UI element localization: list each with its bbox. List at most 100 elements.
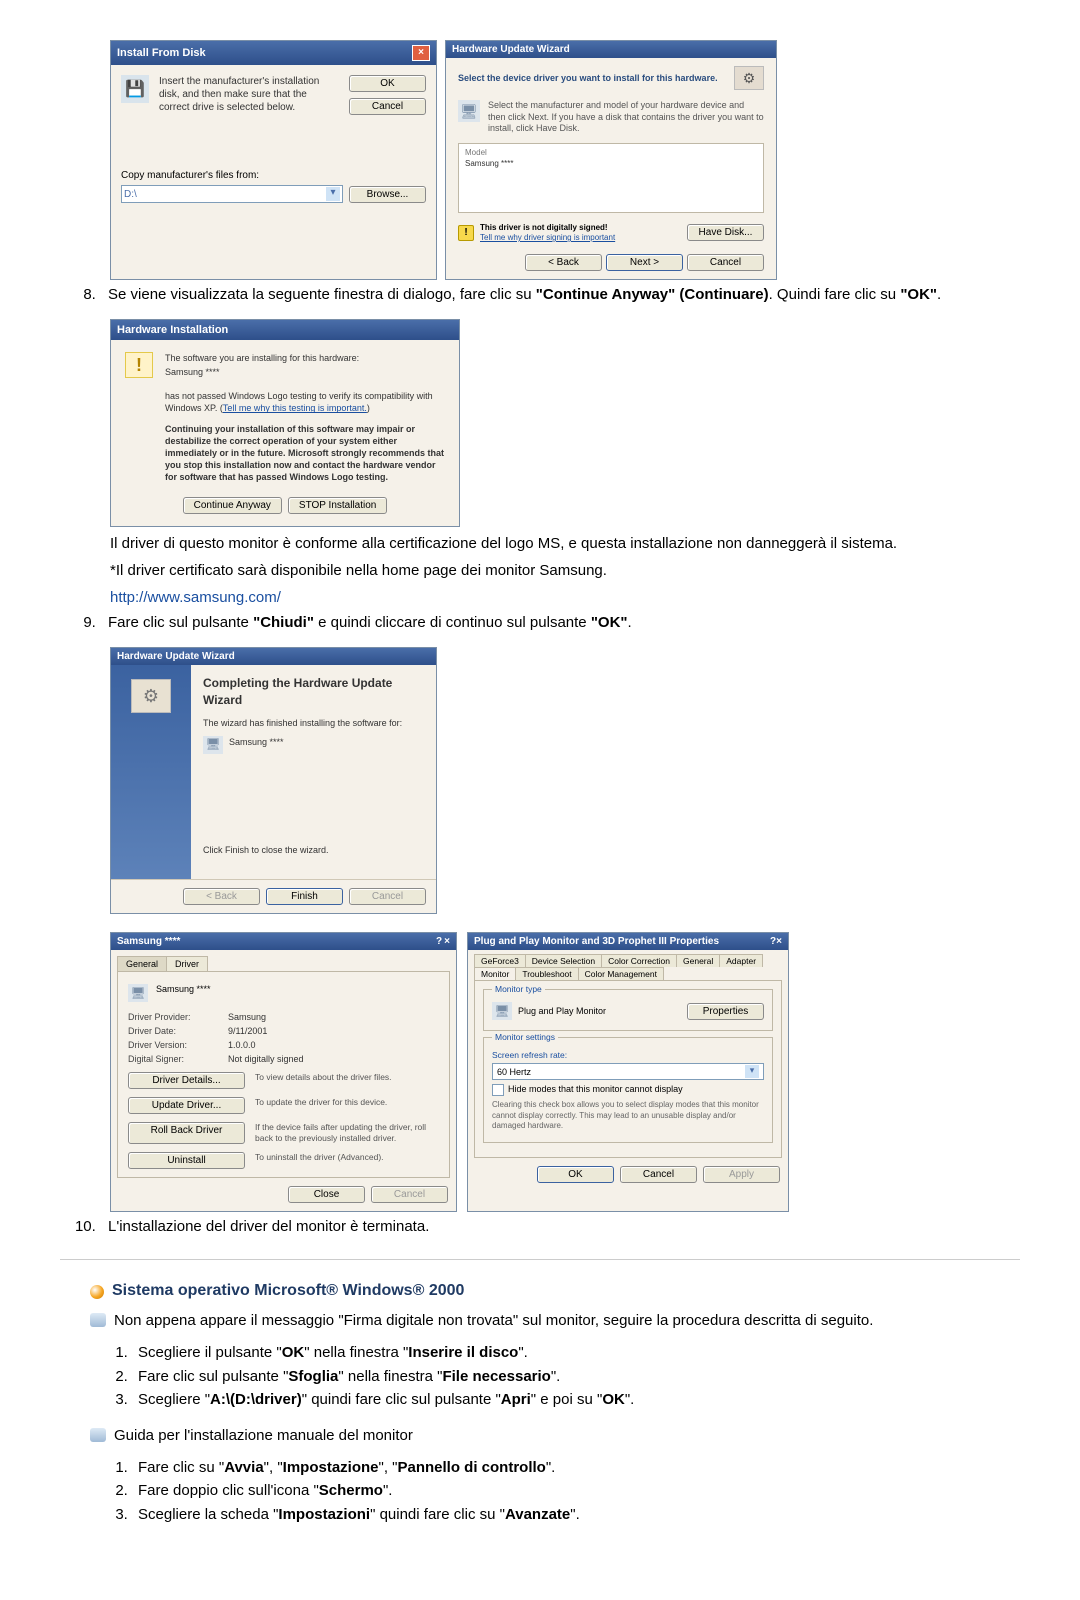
hi-link[interactable]: Tell me why this testing is important. xyxy=(223,403,367,413)
model-list[interactable]: Model Samsung **** xyxy=(458,143,764,213)
post-hi-p2: *Il driver certificato sarà disponibile … xyxy=(110,560,1020,581)
close-icon[interactable]: × xyxy=(412,45,430,61)
drv-dev: Samsung **** xyxy=(156,984,211,1002)
win2000-para1: Non appena appare il messaggio "Firma di… xyxy=(114,1310,873,1331)
huwc-big: Completing the Hardware Update Wizard xyxy=(203,675,424,709)
have-disk-button[interactable]: Have Disk... xyxy=(687,224,764,241)
hi-title: Hardware Installation xyxy=(111,320,459,340)
list-item: Scegliere il pulsante "OK" nella finestr… xyxy=(132,1341,1020,1364)
driver-action-row: Roll Back Driver If the device fails afte… xyxy=(128,1122,439,1144)
list-item: Fare clic su "Avvia", "Impostazione", "P… xyxy=(132,1456,1020,1479)
ifd-instruction: Insert the manufacturer's installation d… xyxy=(159,75,339,115)
refresh-label: Screen refresh rate: xyxy=(492,1050,764,1060)
tab-general[interactable]: General xyxy=(117,956,167,971)
driver-action-row: Driver Details...To view details about t… xyxy=(128,1072,439,1089)
driver-info-row: Driver Version: 1.0.0.0 xyxy=(128,1040,439,1050)
apply-button: Apply xyxy=(703,1166,780,1183)
refresh-value: 60 Hertz xyxy=(497,1067,531,1077)
cancel-button[interactable]: Cancel xyxy=(349,98,426,115)
pnp-tab[interactable]: Color Correction xyxy=(601,954,677,967)
next-button[interactable]: Next > xyxy=(606,254,683,271)
help-icon[interactable]: ? xyxy=(436,936,442,947)
huwc-title: Hardware Update Wizard xyxy=(111,648,436,665)
win2000-heading: Sistema operativo Microsoft® Windows® 20… xyxy=(112,1282,464,1300)
close-icon[interactable]: × xyxy=(776,936,782,947)
pnp-tab[interactable]: Troubleshoot xyxy=(515,967,578,980)
samsung-link[interactable]: http://www.samsung.com/ xyxy=(110,589,281,606)
pnp-tab[interactable]: Monitor xyxy=(474,967,516,980)
list-item: Fare doppio clic sull'icona "Schermo". xyxy=(132,1479,1020,1502)
huwc-dev: Samsung **** xyxy=(229,736,284,754)
finish-button[interactable]: Finish xyxy=(266,888,343,905)
pnp-properties-dialog: Plug and Play Monitor and 3D Prophet III… xyxy=(467,932,789,1212)
driver-info-value: 1.0.0.0 xyxy=(228,1040,256,1050)
driver-info-value: 9/11/2001 xyxy=(228,1026,267,1036)
driver-action-button[interactable]: Update Driver... xyxy=(128,1097,245,1114)
ifd-path-value: D:\ xyxy=(124,189,326,200)
hide-modes-note: Clearing this check box allows you to se… xyxy=(492,1100,764,1131)
ok-button[interactable]: OK xyxy=(537,1166,614,1183)
list-item: Scegliere "A:\(D:\driver)" quindi fare c… xyxy=(132,1388,1020,1411)
driver-properties-dialog: Samsung **** ?× General Driver 🖥 Samsung… xyxy=(110,932,457,1212)
driver-action-desc: If the device fails after updating the d… xyxy=(255,1122,439,1144)
monitor-icon: 🖥 xyxy=(203,736,223,754)
cancel-button: Cancel xyxy=(349,888,426,905)
huwc-p1: The wizard has finished installing the s… xyxy=(203,717,424,730)
win2000-heading-row: Sistema operativo Microsoft® Windows® 20… xyxy=(90,1282,1020,1300)
close-button[interactable]: Close xyxy=(288,1186,365,1203)
huw-warning-bold: This driver is not digitally signed! xyxy=(480,223,681,232)
properties-button[interactable]: Properties xyxy=(687,1003,764,1020)
pnp-title: Plug and Play Monitor and 3D Prophet III… xyxy=(474,936,719,947)
cancel-button[interactable]: Cancel xyxy=(687,254,764,271)
driver-info-row: Digital Signer:Not digitally signed xyxy=(128,1054,439,1064)
driver-action-button[interactable]: Roll Back Driver xyxy=(128,1122,245,1144)
pnp-tab[interactable]: General xyxy=(676,954,720,967)
ifd-path-combo[interactable]: D:\ ▾ xyxy=(121,185,343,203)
cancel-button[interactable]: Cancel xyxy=(620,1166,697,1183)
checkbox-icon xyxy=(492,1084,504,1096)
bullet-icon xyxy=(90,1285,104,1299)
pnp-tab[interactable]: Color Management xyxy=(578,967,664,980)
driver-info-label: Driver Provider: xyxy=(128,1012,218,1022)
huwc-p2: Click Finish to close the wizard. xyxy=(203,844,424,857)
separator xyxy=(60,1259,1020,1260)
hi-device: Samsung **** xyxy=(165,366,445,378)
step-8: Se viene visualizzata la seguente finest… xyxy=(100,284,1020,305)
monitor-type-group: Monitor type 🖥 Plug and Play Monitor Pro… xyxy=(483,989,773,1031)
pnp-tab[interactable]: GeForce3 xyxy=(474,954,526,967)
driver-info-label: Driver Date: xyxy=(128,1026,218,1036)
warning-icon: ! xyxy=(125,352,153,378)
hardware-update-wizard-select: Hardware Update Wizard Select the device… xyxy=(445,40,777,280)
huw-instruction: Select the manufacturer and model of you… xyxy=(488,100,764,135)
pnp-tabs: GeForce3Device SelectionColor Correction… xyxy=(474,954,782,980)
driver-info-label: Driver Version: xyxy=(128,1040,218,1050)
close-icon[interactable]: × xyxy=(444,936,450,947)
driver-action-desc: To uninstall the driver (Advanced). xyxy=(255,1152,439,1169)
refresh-combo[interactable]: 60 Hertz ▾ xyxy=(492,1063,764,1080)
pnp-tab[interactable]: Adapter xyxy=(719,954,763,967)
driver-action-button[interactable]: Uninstall xyxy=(128,1152,245,1169)
continue-anyway-button[interactable]: Continue Anyway xyxy=(183,497,282,514)
chevron-down-icon: ▾ xyxy=(745,1065,759,1078)
floppy-disk-icon: 💾 xyxy=(121,75,149,103)
huw-title: Hardware Update Wizard xyxy=(446,41,776,58)
huw-warning-link[interactable]: Tell me why driver signing is important xyxy=(480,233,615,242)
driver-actions: Driver Details...To view details about t… xyxy=(128,1072,439,1169)
driver-info-row: Driver Provider:Samsung xyxy=(128,1012,439,1022)
bullet-icon xyxy=(90,1428,106,1442)
win2000-para1-row: Non appena appare il messaggio "Firma di… xyxy=(90,1310,1020,1331)
model-list-header: Model xyxy=(465,148,757,157)
stop-installation-button[interactable]: STOP Installation xyxy=(288,497,387,514)
win2000-list1: Scegliere il pulsante "OK" nella finestr… xyxy=(112,1341,1020,1411)
wizard-icon: ⚙ xyxy=(131,679,171,713)
pnp-tab[interactable]: Device Selection xyxy=(525,954,602,967)
ok-button[interactable]: OK xyxy=(349,75,426,92)
tab-driver[interactable]: Driver xyxy=(166,956,208,971)
back-button[interactable]: < Back xyxy=(525,254,602,271)
titlebar-icons: ?× xyxy=(434,936,450,947)
driver-action-button[interactable]: Driver Details... xyxy=(128,1072,245,1089)
model-list-row[interactable]: Samsung **** xyxy=(465,159,757,168)
hide-modes-checkbox[interactable]: Hide modes that this monitor cannot disp… xyxy=(492,1084,764,1096)
driver-info-block: Driver Provider:Samsung Driver Date: 9/11/… xyxy=(128,1012,439,1064)
browse-button[interactable]: Browse... xyxy=(349,186,426,203)
